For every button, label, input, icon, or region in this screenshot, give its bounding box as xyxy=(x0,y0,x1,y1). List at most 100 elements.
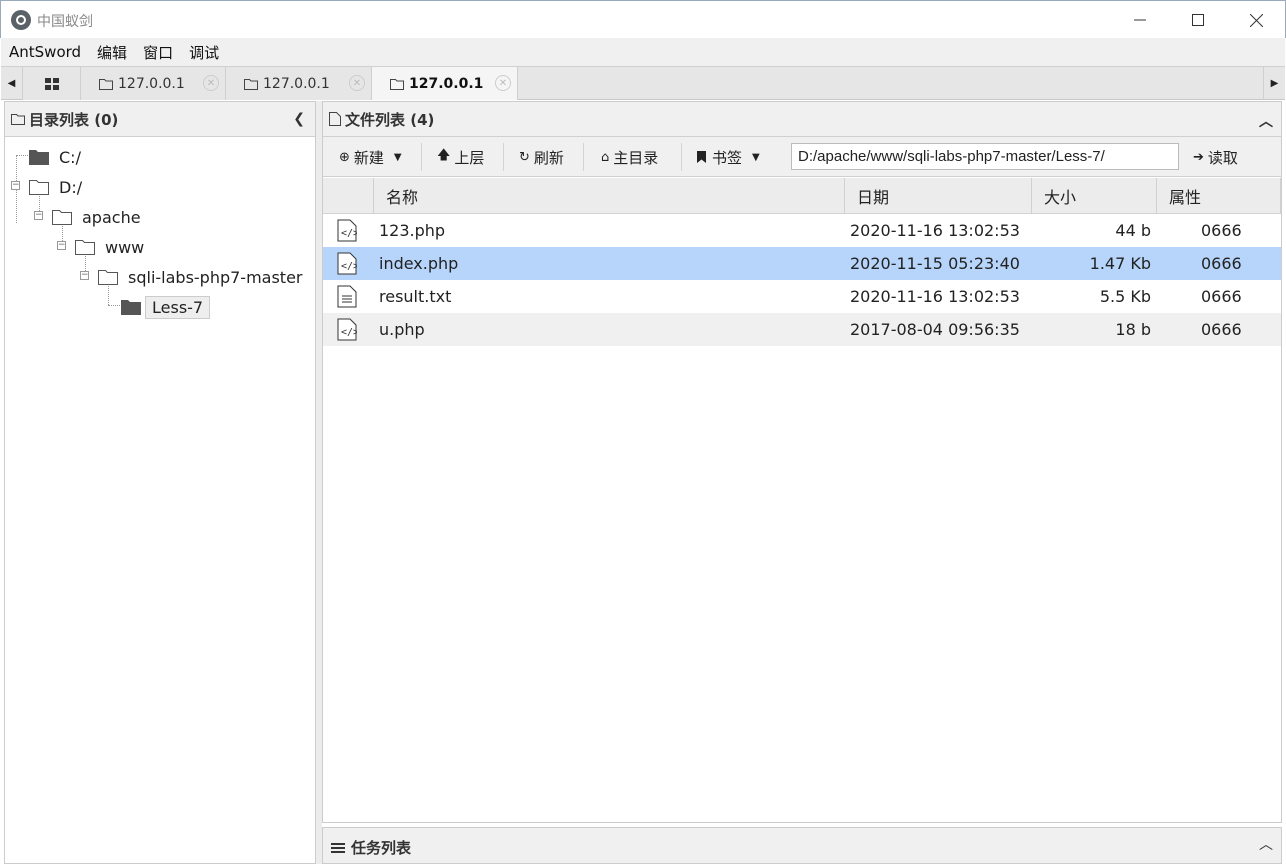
column-icon-header xyxy=(323,178,374,214)
tab-connection-1[interactable]: 127.0.0.1 ✕ xyxy=(81,67,226,100)
tree-collapse-icon[interactable]: − xyxy=(11,181,20,190)
svg-text:</>: </> xyxy=(341,261,357,272)
tab-bar: ◀ 127.0.0.1 ✕ 127.0.0.1 ✕ 127.0.0.1 ✕ ▶ xyxy=(1,66,1285,100)
tab-home[interactable] xyxy=(23,67,81,100)
minimize-icon xyxy=(1134,19,1146,21)
file-panel-header: 文件列表 (4) ︿ xyxy=(323,102,1281,137)
file-attr: 0666 xyxy=(1201,320,1242,339)
tree-node-label: sqli-labs-php7-master xyxy=(128,267,303,287)
file-name: 123.php xyxy=(379,221,446,240)
menu-antsword[interactable]: AntSword xyxy=(1,43,89,61)
refresh-icon: ↻ xyxy=(519,149,530,165)
column-attr-header[interactable]: 属性 xyxy=(1157,178,1281,214)
menu-debug[interactable]: 调试 xyxy=(181,42,227,63)
tree-node-apache[interactable]: apache xyxy=(52,205,141,229)
tree-node-sqli-labs[interactable]: sqli-labs-php7-master xyxy=(98,265,303,289)
tree-node-label: D:/ xyxy=(59,177,83,197)
folder-icon xyxy=(99,78,113,90)
toolbar-divider xyxy=(681,143,682,171)
bookmark-icon xyxy=(697,151,706,163)
folder-closed-icon xyxy=(29,150,49,165)
home-label: 主目录 xyxy=(613,148,659,167)
home-dir-button[interactable]: ⌂ 主目录 xyxy=(601,145,658,169)
chevron-down-icon: ▼ xyxy=(752,151,760,163)
tab-connection-3[interactable]: 127.0.0.1 ✕ xyxy=(372,67,518,100)
column-date-header[interactable]: 日期 xyxy=(845,178,1032,214)
file-date: 2017-08-04 09:56:35 xyxy=(850,320,1020,339)
tree-node-c[interactable]: C:/ xyxy=(29,145,81,169)
up-button[interactable]: 🡅 上层 xyxy=(437,145,484,169)
file-size: 5.5 Kb xyxy=(1099,287,1151,306)
tree-node-d[interactable]: D:/ xyxy=(29,175,82,199)
close-icon xyxy=(1249,13,1263,27)
minimize-button[interactable] xyxy=(1111,1,1169,39)
close-button[interactable] xyxy=(1227,1,1285,39)
task-panel-header: 任务列表 xyxy=(331,837,411,858)
tree-node-label: C:/ xyxy=(59,147,81,167)
table-row[interactable]: </> 123.php 2020-11-16 13:02:53 44 b 066… xyxy=(323,214,1281,247)
expand-task-icon[interactable]: ︿ xyxy=(1259,834,1273,854)
toolbar-divider xyxy=(421,143,422,171)
file-grid-header: 名称 日期 大小 属性 xyxy=(323,178,1281,214)
refresh-button[interactable]: ↻ 刷新 xyxy=(519,145,564,169)
file-attr: 0666 xyxy=(1201,287,1242,306)
tree-collapse-icon[interactable]: − xyxy=(57,241,66,250)
folder-open-icon xyxy=(29,180,49,195)
tab-close-icon[interactable]: ✕ xyxy=(203,75,219,91)
file-date: 2020-11-16 13:02:53 xyxy=(850,221,1020,240)
task-list-icon xyxy=(331,842,345,853)
arrow-up-icon: 🡅 xyxy=(437,148,451,163)
file-size: 18 b xyxy=(1115,320,1151,339)
tree-collapse-icon[interactable]: − xyxy=(34,211,43,220)
read-button[interactable]: ➔ 读取 xyxy=(1193,145,1238,169)
tree-node-www[interactable]: www xyxy=(75,235,144,259)
antsword-logo-icon xyxy=(11,10,31,30)
tree-collapse-icon[interactable]: − xyxy=(80,271,89,280)
folder-icon xyxy=(390,78,404,90)
path-input[interactable] xyxy=(791,143,1179,170)
tab-close-icon[interactable]: ✕ xyxy=(349,75,365,91)
file-attr: 0666 xyxy=(1201,254,1242,273)
tree-node-less-7[interactable]: Less-7 xyxy=(121,295,211,319)
file-size: 1.47 Kb xyxy=(1089,254,1151,273)
directory-panel-header: 目录列表 (0) ❮ xyxy=(5,102,315,137)
file-date: 2020-11-15 05:23:40 xyxy=(850,254,1020,273)
code-file-icon: </> xyxy=(337,252,357,275)
tab-connection-2[interactable]: 127.0.0.1 ✕ xyxy=(226,67,372,100)
refresh-label: 刷新 xyxy=(533,148,564,167)
table-row[interactable]: </> index.php 2020-11-15 05:23:40 1.47 K… xyxy=(323,247,1281,280)
folder-icon xyxy=(11,114,25,125)
column-size-header[interactable]: 大小 xyxy=(1032,178,1157,214)
file-name: result.txt xyxy=(379,287,452,306)
menu-window[interactable]: 窗口 xyxy=(135,42,181,63)
table-row[interactable]: </> u.php 2017-08-04 09:56:35 18 b 0666 xyxy=(323,313,1281,346)
menu-bar: AntSword 编辑 窗口 调试 xyxy=(1,38,1285,66)
tab-scroll-right-icon[interactable]: ▶ xyxy=(1263,67,1285,100)
tab-close-icon[interactable]: ✕ xyxy=(495,75,511,91)
bookmark-button[interactable]: 书签 ▼ xyxy=(697,145,760,169)
column-name-header[interactable]: 名称 xyxy=(374,178,845,214)
file-panel: 文件列表 (4) ︿ ⊕ 新建 ▼ 🡅 上层 ↻ 刷新 ⌂ 主目录 书签 ▼ D… xyxy=(322,101,1282,823)
tab-scroll-left-icon[interactable]: ◀ xyxy=(1,67,23,100)
toolbar-divider xyxy=(503,143,504,171)
grid-icon xyxy=(44,77,59,90)
directory-panel-title: 目录列表 (0) xyxy=(29,110,119,129)
tree-node-label: www xyxy=(105,237,145,257)
folder-closed-icon xyxy=(121,300,141,315)
text-file-icon xyxy=(337,285,357,308)
menu-edit[interactable]: 编辑 xyxy=(89,42,135,63)
code-file-icon: </> xyxy=(337,318,357,341)
file-date: 2020-11-16 13:02:53 xyxy=(850,287,1020,306)
maximize-button[interactable] xyxy=(1169,1,1227,39)
tree-node-label: apache xyxy=(82,207,141,227)
folder-open-icon xyxy=(75,240,95,255)
collapse-left-icon[interactable]: ❮ xyxy=(293,111,305,127)
new-button[interactable]: ⊕ 新建 ▼ xyxy=(339,145,402,169)
tab-label: 127.0.0.1 xyxy=(409,75,484,92)
up-label: 上层 xyxy=(454,148,485,167)
table-row[interactable]: result.txt 2020-11-16 13:02:53 5.5 Kb 06… xyxy=(323,280,1281,313)
collapse-up-icon[interactable]: ︿ xyxy=(1259,111,1273,131)
file-icon xyxy=(329,112,341,126)
file-panel-title: 文件列表 (4) xyxy=(345,110,435,129)
file-attr: 0666 xyxy=(1201,221,1242,240)
